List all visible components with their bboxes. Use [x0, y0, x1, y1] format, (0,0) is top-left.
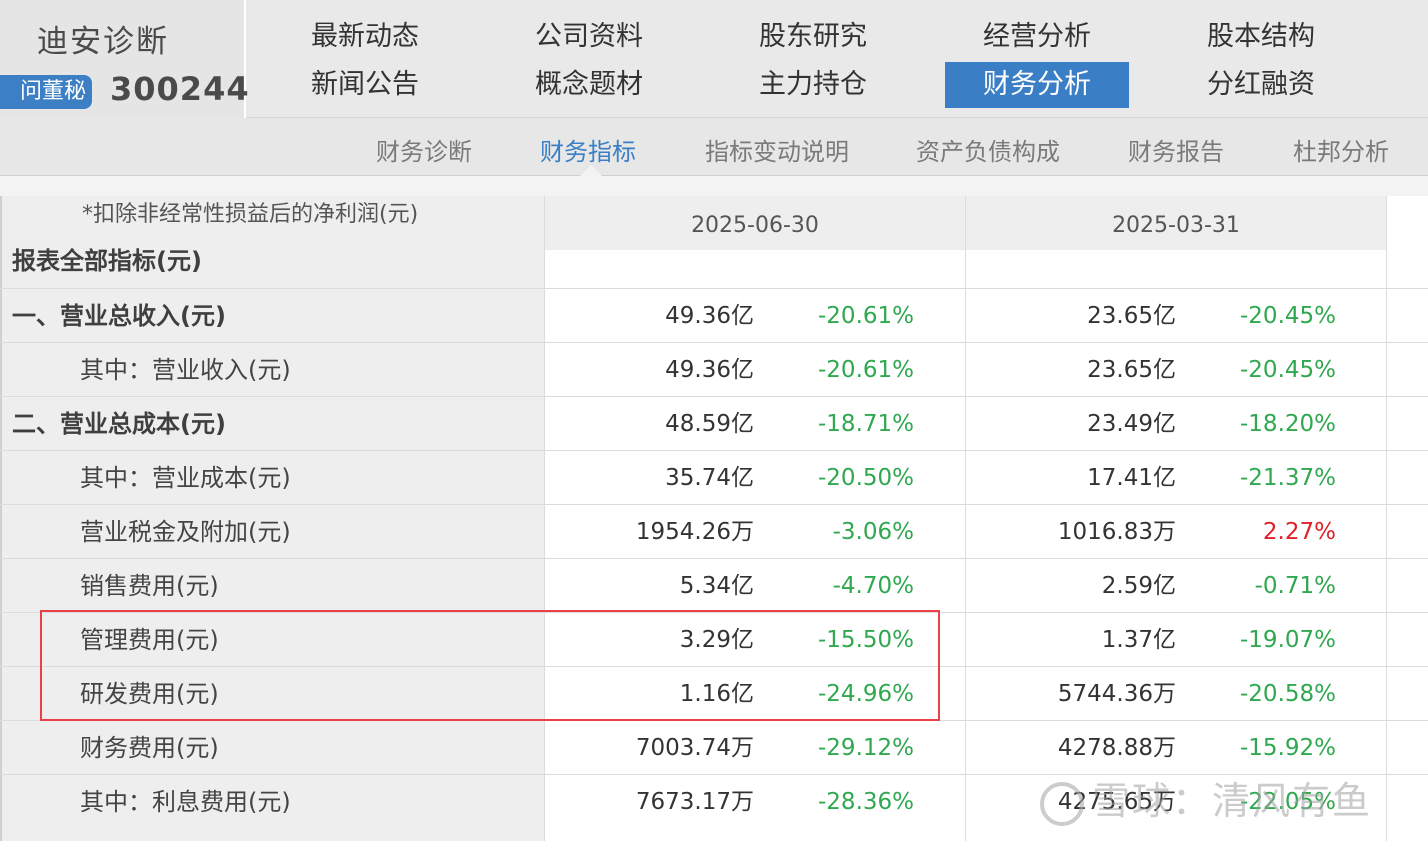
nav-item[interactable]: 新闻公告 — [273, 62, 457, 108]
nav-item[interactable]: 分红融资 — [1169, 62, 1353, 108]
table-row: 销售费用(元) 5.34亿 -4.70% 2.59亿 -0.71% — [0, 558, 1428, 612]
change-cell: -20.45% — [1240, 303, 1336, 329]
divider — [0, 176, 1428, 196]
row-label: 销售费用(元) — [80, 572, 219, 600]
company-brand: 迪安诊断 问董秘 300244 — [0, 0, 249, 118]
value-cell: 23.49亿 — [1087, 411, 1176, 437]
ask-secretary-button[interactable]: 问董秘 — [0, 75, 92, 109]
change-cell: -3.06% — [832, 519, 914, 545]
row-label: 财务费用(元) — [80, 734, 219, 762]
change-cell: -20.58% — [1240, 681, 1336, 707]
divider — [544, 196, 545, 841]
value-cell: 49.36亿 — [665, 357, 754, 383]
subnav-tab[interactable]: 杜邦分析 — [1293, 132, 1389, 167]
table-row: 其中：营业收入(元) 49.36亿 -20.61% 23.65亿 -20.45% — [0, 342, 1428, 396]
nav-item[interactable]: 主力持仓 — [721, 62, 905, 108]
row-label: 研发费用(元) — [80, 680, 219, 708]
value-cell: 1016.83万 — [1057, 519, 1176, 545]
change-cell: -20.50% — [818, 465, 914, 491]
value-cell: 7003.74万 — [635, 735, 754, 761]
value-cell: 3.29亿 — [679, 627, 754, 653]
table-row: 财务费用(元) 7003.74万 -29.12% 4278.88万 -15.92% — [0, 720, 1428, 774]
table-row: 其中：营业成本(元) 35.74亿 -20.50% 17.41亿 -21.37% — [0, 450, 1428, 504]
value-cell: 23.65亿 — [1087, 357, 1176, 383]
value-cell: 4278.88万 — [1057, 735, 1176, 761]
nav-item[interactable]: 最新动态 — [273, 14, 457, 60]
subnav-tab[interactable]: 财务指标 — [540, 132, 636, 167]
row-label: 其中：利息费用(元) — [80, 788, 291, 816]
change-cell: -22.05% — [1240, 789, 1336, 815]
value-cell: 4275.65万 — [1057, 789, 1176, 815]
value-cell: 35.74亿 — [665, 465, 754, 491]
change-cell: -0.71% — [1254, 573, 1336, 599]
header-note: *扣除非经常性损益后的净利润(元) — [82, 202, 419, 227]
row-label: 管理费用(元) — [80, 626, 219, 654]
value-cell: 17.41亿 — [1087, 465, 1176, 491]
value-cell: 5744.36万 — [1057, 681, 1176, 707]
active-tab-caret — [580, 165, 602, 176]
change-cell: -29.12% — [818, 735, 914, 761]
value-cell: 7673.17万 — [635, 789, 754, 815]
value-cell: 1954.26万 — [635, 519, 754, 545]
table-row: 研发费用(元) 1.16亿 -24.96% 5744.36万 -20.58% — [0, 666, 1428, 720]
nav-item[interactable]: 股东研究 — [721, 14, 905, 60]
change-cell: -19.07% — [1240, 627, 1336, 653]
value-cell: 1.16亿 — [679, 681, 754, 707]
change-cell: -21.37% — [1240, 465, 1336, 491]
value-cell: 23.65亿 — [1087, 303, 1176, 329]
value-cell: 49.36亿 — [665, 303, 754, 329]
company-name: 迪安诊断 — [37, 24, 169, 60]
subnav-tab[interactable]: 财务报告 — [1128, 132, 1224, 167]
change-cell: 2.27% — [1262, 519, 1336, 545]
change-cell: -20.61% — [818, 357, 914, 383]
value-cell: 1.37亿 — [1101, 627, 1176, 653]
row-label: 二、营业总成本(元) — [12, 410, 226, 438]
subnav-tab[interactable]: 财务诊断 — [376, 132, 472, 167]
value-cell: 5.34亿 — [679, 573, 754, 599]
divider — [1386, 196, 1387, 841]
top-header: 迪安诊断 问董秘 300244 最新动态 公司资料 股东研究 经营分析 股本结构新闻公告… — [0, 0, 1428, 118]
change-cell: -20.45% — [1240, 357, 1336, 383]
row-label: 其中：营业收入(元) — [80, 356, 291, 384]
financial-indicators-table: *扣除非经常性损益后的净利润(元) 2025-06-30 2025-03-31 … — [0, 196, 1428, 841]
change-cell: -4.70% — [832, 573, 914, 599]
sub-navigation: 财务诊断 财务指标 指标变动说明 资产负债构成 财务报告 杜邦分析 — [0, 118, 1428, 176]
change-cell: -24.96% — [818, 681, 914, 707]
change-cell: -18.20% — [1240, 411, 1336, 437]
change-cell: -15.50% — [818, 627, 914, 653]
table-row: 一、营业总收入(元) 49.36亿 -20.61% 23.65亿 -20.45% — [0, 288, 1428, 342]
nav-item[interactable]: 经营分析 — [945, 14, 1129, 60]
table-row: 其中：利息费用(元) 7673.17万 -28.36% 4275.65万 -22.05% — [0, 774, 1428, 828]
subnav-tab[interactable]: 指标变动说明 — [705, 132, 849, 167]
row-label: 一、营业总收入(元) — [12, 302, 226, 330]
row-label: 其中：营业成本(元) — [80, 464, 291, 492]
divider — [965, 196, 966, 841]
table-row: 营业税金及附加(元) 1954.26万 -3.06% 1016.83万 2.27% — [0, 504, 1428, 558]
stock-code: 300244 — [110, 70, 250, 108]
section-title-row: 报表全部指标(元) — [0, 234, 1428, 288]
table-row: 管理费用(元) 3.29亿 -15.50% 1.37亿 -19.07% — [0, 612, 1428, 666]
change-cell: -28.36% — [818, 789, 914, 815]
nav-item[interactable]: 股本结构 — [1169, 14, 1353, 60]
change-cell: -15.92% — [1240, 735, 1336, 761]
value-cell: 2.59亿 — [1101, 573, 1176, 599]
nav-item[interactable]: 财务分析 — [945, 62, 1129, 108]
value-cell: 48.59亿 — [665, 411, 754, 437]
change-cell: -20.61% — [818, 303, 914, 329]
nav-item[interactable]: 概念题材 — [497, 62, 681, 108]
row-label: 营业税金及附加(元) — [80, 518, 291, 546]
change-cell: -18.71% — [818, 411, 914, 437]
nav-item[interactable]: 公司资料 — [497, 14, 681, 60]
table-row: 二、营业总成本(元) 48.59亿 -18.71% 23.49亿 -18.20% — [0, 396, 1428, 450]
section-title: 报表全部指标(元) — [12, 247, 202, 275]
subnav-tab[interactable]: 资产负债构成 — [916, 132, 1060, 167]
